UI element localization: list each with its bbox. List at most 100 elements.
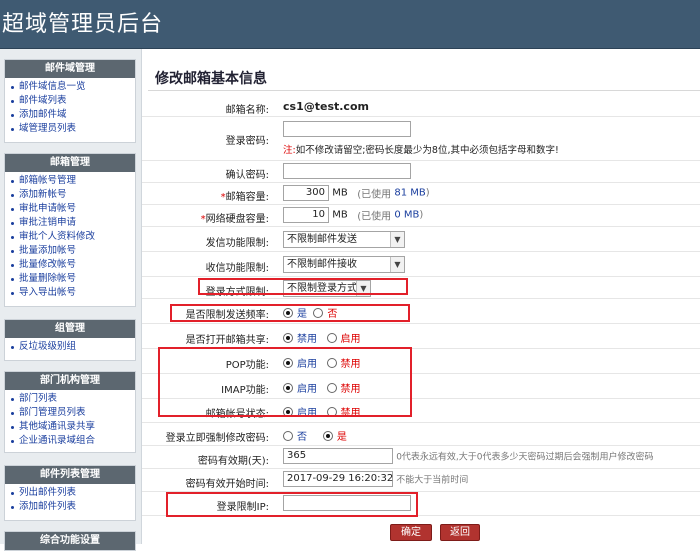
send-limit-label: 发信功能限制: — [205, 238, 269, 249]
pwd-valid-label: 密码有效期(天): — [197, 456, 269, 467]
sidebar-section-mail-domain: 邮件域管理 邮件域信息一览 邮件域列表 添加邮件域 域管理员列表 — [4, 59, 136, 143]
confirm-password-input[interactable] — [283, 163, 411, 179]
share-off-label: 禁用 — [297, 334, 317, 345]
note-text: 如不修改请留空;密码长度最少为8位,其中必须包括字母和数字! — [295, 145, 559, 156]
netdisk-input[interactable]: 10 — [283, 207, 329, 223]
sidebar-link-add-domain[interactable]: 添加邮件域 — [11, 108, 135, 122]
send-limit-select[interactable]: 不限制邮件发送 ▼ — [283, 231, 405, 248]
share-label: 是否打开邮箱共享: — [185, 335, 269, 346]
share-wrap: 禁用 启用 — [283, 330, 361, 345]
password-input[interactable] — [283, 121, 411, 137]
password-label: 登录密码: — [225, 136, 269, 147]
sidebar-heading: 组管理 — [5, 320, 135, 338]
sidebar-link-domain-list[interactable]: 邮件域列表 — [11, 94, 135, 108]
sidebar-link-other-domain-share[interactable]: 其他域通讯录共享 — [11, 420, 135, 434]
recv-limit-label: 收信功能限制: — [205, 263, 269, 274]
chevron-down-icon: ▼ — [390, 232, 404, 247]
note-prefix: 注: — [283, 145, 296, 156]
recv-limit-wrap: 不限制邮件接收 ▼ — [283, 256, 405, 273]
sidebar-heading: 邮件域管理 — [5, 60, 135, 78]
sidebar: 邮件域管理 邮件域信息一览 邮件域列表 添加邮件域 域管理员列表 邮箱管理 邮箱… — [0, 49, 141, 551]
capacity-wrap: 300 MB (已使用 81 MB) — [283, 185, 430, 201]
recv-limit-value: 不限制邮件接收 — [287, 259, 357, 270]
page-title: 修改邮箱基本信息 — [155, 71, 267, 87]
sidebar-heading: 邮箱管理 — [5, 154, 135, 172]
row-send-limit: 发信功能限制: 不限制邮件发送 ▼ — [142, 227, 700, 252]
sidebar-link-list-mlist[interactable]: 列出邮件列表 — [11, 486, 135, 500]
row-netdisk-share: 是否打开邮箱共享: 禁用 启用 — [142, 324, 700, 349]
highlight-box-ip-limit — [166, 492, 418, 517]
back-button[interactable]: 返回 — [440, 524, 480, 541]
sidebar-link-addressbook-combine[interactable]: 企业通讯录域组合 — [11, 434, 135, 448]
sidebar-link-add-account[interactable]: 添加新帐号 — [11, 188, 135, 202]
header-bar: 超域管理员后台 — [0, 0, 700, 49]
pwd-start-label: 密码有效开始时间: — [185, 479, 269, 490]
sidebar-heading: 邮件列表管理 — [5, 466, 135, 484]
row-pwd-start: 密码有效开始时间: 2017-09-29 16:20:32 不能大于当前时间 — [142, 469, 700, 492]
netdisk-used-prefix: (已使用 — [357, 211, 392, 223]
password-note: 注:如不修改请留空;密码长度最少为8位,其中必须包括字母和数字! — [283, 142, 559, 156]
share-on-radio[interactable] — [326, 332, 337, 343]
netdisk-wrap: 10 MB (已使用 0 MB) — [283, 207, 423, 223]
sidebar-link-import-export[interactable]: 导入导出帐号 — [11, 286, 135, 300]
sidebar-link-antispam-group[interactable]: 反垃圾级别组 — [11, 340, 135, 354]
sidebar-link-batch-delete[interactable]: 批量删除帐号 — [11, 272, 135, 286]
confirm-wrap — [283, 163, 411, 179]
sidebar-link-domain-overview[interactable]: 邮件域信息一览 — [11, 80, 135, 94]
highlight-box-protocols — [158, 347, 412, 417]
sidebar-link-approve-profile[interactable]: 审批个人资料修改 — [11, 230, 135, 244]
pwd-valid-wrap: 365 0代表永远有效,大于0代表多少天密码过期后会强制用户修改密码 — [283, 448, 654, 464]
sidebar-link-batch-modify[interactable]: 批量修改帐号 — [11, 258, 135, 272]
highlight-box-login-limit — [198, 278, 408, 295]
force-yes-label: 是 — [336, 432, 347, 443]
row-pwd-valid: 密码有效期(天): 365 0代表永远有效,大于0代表多少天密码过期后会强制用户… — [142, 446, 700, 469]
force-no-label: 否 — [297, 432, 307, 443]
recv-limit-select[interactable]: 不限制邮件接收 ▼ — [283, 256, 405, 273]
sidebar-section-group: 组管理 反垃圾级别组 — [4, 319, 136, 361]
sidebar-link-approve-cancel[interactable]: 审批注销申请 — [11, 216, 135, 230]
capacity-used-prefix: (已使用 — [357, 189, 392, 201]
sidebar-link-dept-admins[interactable]: 部门管理员列表 — [11, 406, 135, 420]
highlight-box-freq-limit — [170, 304, 410, 322]
force-pwd-wrap: 否 是 — [283, 428, 347, 443]
pwd-start-input[interactable]: 2017-09-29 16:20:32 — [283, 471, 393, 487]
row-confirm: 确认密码: — [142, 161, 700, 183]
force-yes-radio[interactable] — [322, 430, 333, 441]
password-wrap — [283, 121, 411, 137]
row-account: 邮箱名称: cs1@test.com — [142, 97, 700, 117]
pwd-valid-input[interactable]: 365 — [283, 448, 393, 464]
account-label: 邮箱名称: — [225, 105, 269, 116]
sidebar-link-dept-list[interactable]: 部门列表 — [11, 392, 135, 406]
row-capacity: *邮箱容量: 300 MB (已使用 81 MB) — [142, 183, 700, 205]
sidebar-heading: 部门机构管理 — [5, 372, 135, 390]
sidebar-link-batch-add[interactable]: 批量添加帐号 — [11, 244, 135, 258]
pwd-start-hint: 不能大于当前时间 — [396, 475, 469, 486]
share-on-label: 启用 — [340, 334, 361, 345]
confirm-label: 确认密码: — [225, 170, 269, 181]
netdisk-unit: MB — [332, 209, 348, 221]
capacity-label-wrap: *邮箱容量: — [221, 188, 269, 203]
sidebar-link-domain-admins[interactable]: 域管理员列表 — [11, 122, 135, 136]
account-value: cs1@test.com — [283, 100, 369, 113]
netdisk-label-wrap: *网络硬盘容量: — [201, 210, 269, 225]
netdisk-used-suffix: ) — [419, 209, 424, 221]
sidebar-section-mailbox: 邮箱管理 邮箱帐号管理 添加新帐号 审批申请帐号 审批注销申请 审批个人资料修改… — [4, 153, 136, 307]
sidebar-heading: 综合功能设置 — [5, 532, 135, 550]
pwd-start-wrap: 2017-09-29 16:20:32 不能大于当前时间 — [283, 471, 468, 487]
share-off-radio[interactable] — [283, 332, 293, 343]
capacity-input[interactable]: 300 — [283, 185, 329, 201]
sidebar-link-add-mlist[interactable]: 添加邮件列表 — [11, 500, 135, 514]
sidebar-section-mlist: 邮件列表管理 列出邮件列表 添加邮件列表 — [4, 465, 136, 521]
force-no-radio[interactable] — [283, 430, 293, 441]
row-password: 登录密码: 注:如不修改请留空;密码长度最少为8位,其中必须包括字母和数字! — [142, 117, 700, 161]
sidebar-link-account-manage[interactable]: 邮箱帐号管理 — [11, 174, 135, 188]
netdisk-used: 0 MB — [394, 209, 420, 221]
capacity-used-suffix: ) — [425, 187, 430, 199]
row-recv-limit: 收信功能限制: 不限制邮件接收 ▼ — [142, 252, 700, 277]
sidebar-link-approve-apply[interactable]: 审批申请帐号 — [11, 202, 135, 216]
main-panel: 修改邮箱基本信息 邮箱名称: cs1@test.com 登录密码: 注:如不修改… — [141, 49, 700, 544]
confirm-button[interactable]: 确定 — [390, 524, 432, 541]
row-force-pwd: 登录立即强制修改密码: 否 是 — [142, 423, 700, 446]
app-title: 超域管理员后台 — [2, 12, 164, 37]
capacity-used: 81 MB — [394, 187, 426, 199]
